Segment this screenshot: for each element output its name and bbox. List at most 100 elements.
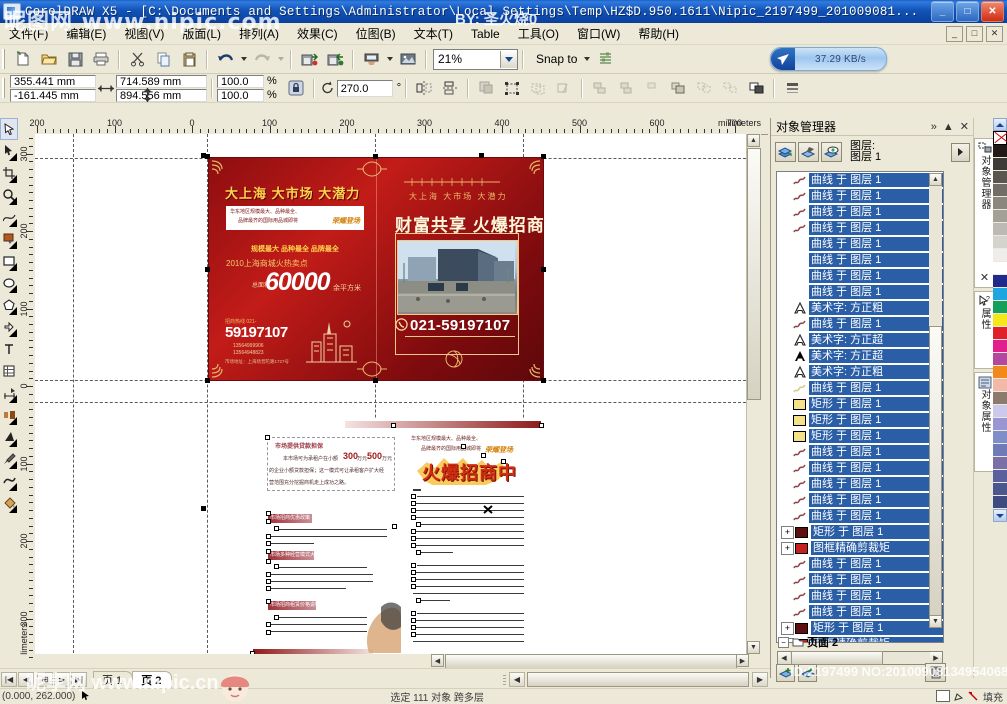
minimize-button[interactable]: _ — [931, 1, 954, 22]
scale-x-input[interactable]: 100.0 — [217, 75, 264, 88]
tool-transparency[interactable] — [0, 426, 18, 448]
tool-zoom-flyout-icon[interactable] — [9, 197, 17, 205]
node-handle[interactable] — [266, 586, 271, 591]
palette-swatch[interactable] — [993, 353, 1007, 366]
zoom-level-value[interactable]: 21% — [434, 52, 500, 66]
node-handle[interactable] — [274, 564, 279, 569]
palette-swatch[interactable] — [993, 444, 1007, 457]
scroll-down-button[interactable]: ▼ — [747, 641, 760, 654]
vertical-scroll-thumb[interactable] — [747, 148, 761, 400]
object-row[interactable]: +矩形 于 图层 1 — [777, 620, 943, 636]
menu-help[interactable]: 帮助(H) — [629, 23, 688, 44]
snap-to-label[interactable]: Snap to — [528, 52, 581, 66]
selection-handle[interactable] — [373, 154, 378, 159]
tool-blend[interactable] — [0, 404, 18, 426]
guide-line-vertical[interactable] — [207, 134, 208, 668]
canvas-vertical-scrollbar[interactable]: ▲ ▼ — [746, 134, 761, 654]
guide-line-horizontal[interactable] — [35, 402, 761, 403]
menu-edit[interactable]: 编辑(E) — [57, 23, 115, 44]
toolbar-grip[interactable] — [2, 49, 7, 69]
tool-fill-flyout-icon[interactable] — [9, 505, 17, 513]
node-handle[interactable] — [266, 549, 271, 554]
palette-swatch[interactable] — [993, 171, 1007, 184]
node-handle[interactable] — [266, 630, 271, 635]
node-handle[interactable] — [265, 435, 270, 440]
node-handle[interactable] — [481, 453, 486, 458]
tool-eyedropper[interactable] — [0, 448, 18, 470]
palette-swatch[interactable] — [993, 301, 1007, 314]
menu-arrange[interactable]: 排列(A) — [230, 23, 288, 44]
snap-to-dropdown-icon[interactable] — [581, 48, 592, 71]
palette-swatch[interactable] — [993, 184, 1007, 197]
node-handle[interactable] — [411, 501, 416, 506]
tool-text[interactable] — [0, 338, 18, 360]
tool-ellipse[interactable] — [0, 272, 18, 294]
palette-swatch[interactable] — [993, 366, 1007, 379]
convert-to-curves-icon[interactable] — [499, 76, 525, 101]
node-handle[interactable] — [411, 632, 416, 637]
page-scroll-right[interactable]: ▶ — [752, 672, 768, 687]
print-icon[interactable] — [88, 47, 114, 72]
palette-scroll-down-icon[interactable] — [993, 509, 1007, 522]
scroll-up-button[interactable]: ▲ — [747, 134, 760, 147]
tool-dimension[interactable] — [0, 382, 18, 404]
close-button[interactable]: ✕ — [981, 1, 1004, 22]
node-handle[interactable] — [411, 508, 416, 513]
position-x-input[interactable]: 355.441 mm — [10, 75, 96, 88]
menu-window[interactable]: 窗口(W) — [568, 23, 629, 44]
page-node-row[interactable]: − 页面 2 — [778, 635, 938, 649]
copy-icon[interactable] — [150, 47, 176, 72]
page-bar-grip[interactable] — [503, 673, 506, 685]
save-icon[interactable] — [62, 47, 88, 72]
property-bar-grip[interactable] — [2, 78, 7, 98]
menu-effects[interactable]: 效果(C) — [288, 23, 347, 44]
guide-line-vertical[interactable] — [73, 134, 74, 668]
tool-crop-flyout-icon[interactable] — [9, 175, 17, 183]
object-row[interactable]: 美术字: 方正超 — [777, 332, 943, 348]
object-list-scroll-down[interactable]: ▼ — [929, 615, 942, 628]
cut-icon[interactable] — [124, 47, 150, 72]
tool-freehand[interactable] — [0, 206, 18, 228]
tool-shape[interactable] — [0, 140, 18, 162]
node-handle[interactable] — [266, 622, 271, 627]
tool-basic-shapes[interactable] — [0, 316, 18, 338]
selection-handle[interactable] — [541, 378, 546, 383]
docker-expand-icon[interactable]: » — [931, 121, 937, 133]
marker-handle[interactable] — [201, 506, 206, 511]
object-row[interactable]: 曲线 于 图层 1 — [777, 236, 943, 252]
menu-text[interactable]: 文本(T) — [405, 23, 462, 44]
tool-freehand-flyout-icon[interactable] — [9, 219, 17, 227]
redo-icon[interactable] — [249, 47, 275, 72]
palette-swatch[interactable] — [993, 249, 1007, 262]
palette-swatch[interactable] — [993, 418, 1007, 431]
new-layer-icon[interactable] — [776, 664, 795, 682]
palette-swatch[interactable] — [993, 340, 1007, 353]
tool-polygon-flyout-icon[interactable] — [9, 307, 17, 315]
palette-scroll-up-icon[interactable] — [993, 118, 1007, 131]
object-row[interactable]: 矩形 于 图层 1 — [777, 428, 943, 444]
page-scroll-thumb[interactable] — [527, 672, 749, 687]
object-row[interactable]: 美术字: 方正粗 — [777, 364, 943, 380]
node-handle[interactable] — [411, 529, 416, 534]
options-icon[interactable] — [592, 47, 618, 72]
node-handle[interactable] — [266, 511, 271, 516]
node-handle[interactable] — [539, 423, 544, 428]
selection-handle[interactable] — [541, 154, 546, 159]
object-row[interactable]: 曲线 于 图层 1 — [777, 204, 943, 220]
page2-artwork[interactable]: 市场提供贷款担保 本市场可为承租户在小额 300 万元- 500 万元 的企业小… — [253, 419, 543, 656]
docker-collapse-icon[interactable]: ▲ — [943, 121, 954, 133]
menu-tools[interactable]: 工具(O) — [509, 23, 568, 44]
palette-swatch[interactable] — [993, 197, 1007, 210]
selection-handle[interactable] — [205, 267, 210, 272]
combine-icon[interactable] — [743, 76, 769, 101]
tool-ellipse-flyout-icon[interactable] — [9, 285, 17, 293]
menu-file[interactable]: 文件(F) — [0, 23, 57, 44]
palette-swatch[interactable] — [993, 314, 1007, 327]
page-expand-icon[interactable]: − — [778, 637, 789, 648]
menu-view[interactable]: 视图(V) — [115, 23, 173, 44]
tool-eyedropper-flyout-icon[interactable] — [9, 461, 17, 469]
position-y-input[interactable]: -161.445 mm — [10, 89, 96, 102]
application-launcher-icon[interactable] — [358, 47, 384, 72]
vtab-close-icon[interactable]: ✕ — [980, 271, 989, 284]
object-row[interactable]: 曲线 于 图层 1 — [777, 188, 943, 204]
